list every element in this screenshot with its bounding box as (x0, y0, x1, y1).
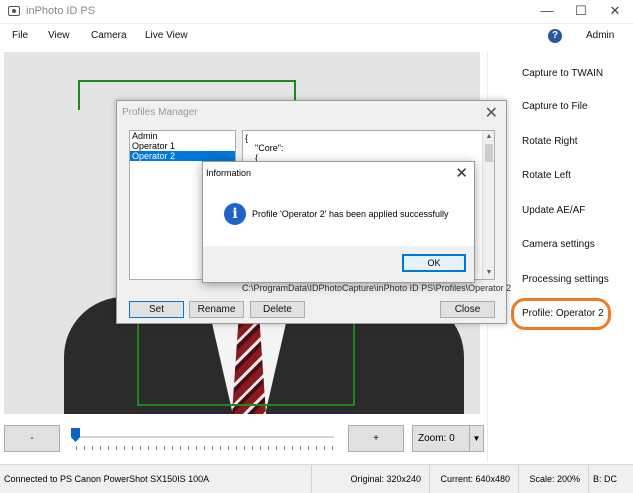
set-button[interactable]: Set (129, 301, 184, 318)
status-connection: Connected to PS Canon PowerShot SX150IS … (4, 474, 210, 484)
info-icon: i (224, 203, 246, 225)
slider-ticks (76, 446, 334, 450)
minimize-button[interactable]: — (530, 0, 564, 24)
info-body: i Profile 'Operator 2' has been applied … (203, 184, 474, 246)
information-dialog: Information ✕ i Profile 'Operator 2' has… (202, 161, 475, 283)
window-title: inPhoto ID PS (26, 5, 96, 17)
help-icon[interactable]: ? (548, 29, 562, 43)
json-line: "Core": (245, 143, 284, 153)
admin-button[interactable]: Admin (586, 30, 614, 41)
zoom-select[interactable]: Zoom: 0 ▼ (412, 425, 484, 452)
scrollbar[interactable]: ▲ ▼ (482, 131, 494, 279)
profile-highlight (511, 298, 611, 330)
rename-button[interactable]: Rename (189, 301, 244, 318)
status-current: Current: 640x480 (429, 465, 518, 493)
info-title: Information (206, 168, 252, 178)
update-ae-af-button[interactable]: Update AE/AF (522, 205, 585, 216)
slider-thumb[interactable] (71, 428, 80, 442)
info-footer: OK (203, 246, 474, 282)
capture-twain-button[interactable]: Capture to TWAIN (522, 68, 603, 79)
json-line: { (245, 133, 249, 143)
status-scale: Scale: 200% (518, 465, 588, 493)
rotate-left-button[interactable]: Rotate Left (522, 170, 571, 181)
delete-button[interactable]: Delete (250, 301, 305, 318)
info-message: Profile 'Operator 2' has been applied su… (252, 209, 449, 219)
info-title-bar: Information ✕ (203, 162, 474, 184)
camera-settings-button[interactable]: Camera settings (522, 239, 595, 250)
chevron-down-icon[interactable]: ▼ (469, 426, 483, 451)
menu-camera[interactable]: Camera (91, 30, 127, 41)
zoom-slider[interactable] (76, 436, 334, 438)
status-b: B: DC (588, 465, 633, 493)
menu-view[interactable]: View (48, 30, 70, 41)
dialog-title: Profiles Manager (122, 107, 198, 118)
list-item[interactable]: Operator 1 (130, 141, 235, 151)
menu-live-view[interactable]: Live View (145, 30, 188, 41)
zoom-out-button[interactable]: - (4, 425, 60, 452)
scroll-down-icon[interactable]: ▼ (484, 268, 494, 278)
rotate-right-button[interactable]: Rotate Right (522, 136, 578, 147)
zoom-in-button[interactable]: + (348, 425, 404, 452)
zoom-value: Zoom: 0 (418, 433, 455, 444)
list-item-selected[interactable]: Operator 2 (130, 151, 235, 161)
maximize-button[interactable]: ☐ (564, 0, 598, 24)
menu-file[interactable]: File (12, 30, 28, 41)
list-item[interactable]: Admin (130, 131, 235, 141)
ok-button[interactable]: OK (402, 254, 466, 272)
scroll-thumb[interactable] (485, 144, 493, 162)
close-icon[interactable]: ✕ (455, 164, 468, 182)
close-dialog-button[interactable]: Close (440, 301, 495, 318)
title-bar: inPhoto ID PS — ☐ ✕ (0, 0, 633, 24)
capture-file-button[interactable]: Capture to File (522, 101, 588, 112)
status-original: Original: 320x240 (311, 465, 429, 493)
camera-icon (8, 6, 20, 16)
profile-path: C:\ProgramData\IDPhotoCapture\inPhoto ID… (242, 283, 512, 293)
close-icon[interactable]: ✕ (485, 103, 498, 123)
processing-settings-button[interactable]: Processing settings (522, 274, 609, 285)
menu-bar: File View Camera Live View ? Admin (0, 24, 633, 48)
close-button[interactable]: ✕ (598, 0, 632, 24)
scroll-up-icon[interactable]: ▲ (484, 132, 494, 142)
right-panel: Capture to TWAIN Capture to File Rotate … (487, 52, 633, 462)
status-bar: Connected to PS Canon PowerShot SX150IS … (0, 464, 633, 493)
